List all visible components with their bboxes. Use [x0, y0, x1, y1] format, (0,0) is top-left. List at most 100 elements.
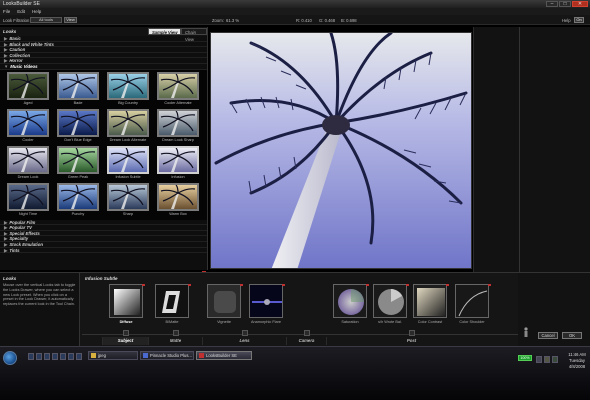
- tool-saturation[interactable]: Saturation: [330, 284, 370, 328]
- tray-icon[interactable]: [552, 356, 558, 363]
- quicklaunch-icon[interactable]: [68, 353, 74, 360]
- tray-icon[interactable]: [544, 356, 550, 363]
- look-thumbnail[interactable]: Dream Look Alternate: [106, 108, 150, 145]
- look-filtration-select[interactable]: All tools: [30, 17, 62, 23]
- menu-edit[interactable]: Edit: [17, 9, 25, 14]
- looks-heading: Looks: [3, 29, 17, 34]
- tray-icon[interactable]: [536, 356, 542, 363]
- tool-color-contrast[interactable]: Color Contrast: [410, 284, 450, 328]
- red-value: R: 0.410: [296, 18, 312, 23]
- tab-post[interactable]: Post: [326, 330, 496, 345]
- tab-camera[interactable]: Camera: [286, 330, 326, 345]
- ok-button[interactable]: OK: [562, 332, 582, 339]
- look-thumbnail[interactable]: Cooler: [6, 108, 50, 145]
- look-preview-image: [157, 182, 199, 211]
- tool-enabled-indicator: [282, 284, 285, 286]
- tool-enabled-indicator: [488, 284, 491, 286]
- look-thumbnail-label: Dream Look: [17, 174, 39, 179]
- minimize-button[interactable]: –: [546, 1, 558, 7]
- tab-chain-view[interactable]: Chain View: [181, 28, 207, 42]
- look-thumbnail[interactable]: Punchy: [56, 182, 100, 219]
- category-tints[interactable]: ▶ Tints: [0, 248, 207, 254]
- look-thumbnail-label: Infusion Subtle: [115, 174, 141, 179]
- tab-lens[interactable]: Lens: [202, 330, 286, 345]
- taskbar-app-pinnacle[interactable]: Pinnacle Studio Plus...: [140, 351, 194, 360]
- battery-indicator[interactable]: 100%: [518, 355, 532, 361]
- zoom-label: Zoom:: [212, 18, 224, 23]
- look-thumbnail-label: Warm Box: [169, 211, 187, 216]
- category-label: Caution: [9, 47, 26, 53]
- start-orb-icon[interactable]: [3, 351, 17, 365]
- category-label: Collection: [9, 52, 31, 58]
- tool-label: Vignette: [217, 320, 231, 324]
- image-preview[interactable]: [210, 32, 472, 269]
- tab-label: Camera: [298, 338, 315, 343]
- quicklaunch-icon[interactable]: [52, 353, 58, 360]
- tool-chain: Infusion Subtle Diffuse B/Matte Vignette: [82, 273, 518, 347]
- category-label: Specialty: [9, 236, 29, 242]
- look-preview-image: [157, 71, 199, 100]
- help-toggle-button[interactable]: On: [574, 17, 584, 23]
- look-preview-image: [157, 108, 199, 137]
- look-thumbnail-label: Bade: [73, 100, 83, 105]
- look-thumbnail[interactable]: Bade: [56, 71, 100, 108]
- tab-matte[interactable]: Matte: [148, 330, 202, 345]
- menu-help[interactable]: Help: [32, 9, 41, 14]
- look-thumbnail[interactable]: Night Time: [6, 182, 50, 219]
- system-tray: 100% 11:46 AM Tuesday 4/8/2008: [516, 352, 590, 392]
- show-desktop-icon[interactable]: [28, 353, 34, 360]
- close-button[interactable]: ✕: [572, 1, 588, 7]
- look-preview-image: [57, 108, 99, 137]
- system-clock[interactable]: 11:46 AM Tuesday 4/8/2008: [564, 352, 590, 370]
- look-thumbnail[interactable]: Green Peak: [56, 145, 100, 182]
- color-wheel-icon: [334, 285, 366, 317]
- palm-tree-preview-image: [211, 33, 471, 268]
- tool-diffuse[interactable]: Diffuse: [106, 284, 146, 328]
- green-value: G: 0.468: [319, 18, 336, 23]
- current-look-name: Infusion Subtle: [85, 276, 118, 281]
- quicklaunch-icon[interactable]: [60, 353, 66, 360]
- tool-anamorphic-flare[interactable]: Anamorphic Flare: [246, 284, 286, 328]
- maximize-button[interactable]: □: [559, 1, 571, 7]
- tab-sample-view[interactable]: Sample View: [148, 28, 182, 35]
- tool-vignette[interactable]: Vignette: [204, 284, 244, 328]
- dialog-actions: Cancel OK: [518, 273, 590, 347]
- diffuse-icon: [114, 289, 140, 315]
- look-thumbnail[interactable]: Dream Look Sharp: [156, 108, 200, 145]
- view-button[interactable]: View: [64, 17, 77, 23]
- quicklaunch-icon[interactable]: [76, 353, 82, 360]
- look-thumbnail[interactable]: Warm Box: [156, 182, 200, 219]
- look-thumbnail[interactable]: Big Country: [106, 71, 150, 108]
- look-thumbnail-label: Cooler Alternate: [164, 100, 192, 105]
- look-thumbnail-label: Aged: [23, 100, 33, 105]
- windows-taskbar: jpeg Pinnacle Studio Plus... LooksBuilde…: [0, 346, 590, 400]
- category-label: Special Effects: [9, 230, 40, 236]
- look-thumbnail[interactable]: Infusion Subtle: [106, 145, 150, 182]
- quicklaunch-icon[interactable]: [36, 353, 42, 360]
- look-thumbnail[interactable]: Sharp: [106, 182, 150, 219]
- tool-enabled-indicator: [406, 284, 409, 286]
- menu-file[interactable]: File: [3, 9, 10, 14]
- tool-enabled-indicator: [446, 284, 449, 286]
- expand-arrow-icon: ▶: [4, 230, 8, 236]
- look-preview-image: [107, 182, 149, 211]
- tab-subject[interactable]: Subject: [102, 330, 148, 345]
- look-thumbnail[interactable]: Cooler Alternate: [156, 71, 200, 108]
- help-label: Help: [562, 18, 571, 23]
- cancel-button[interactable]: Cancel: [538, 332, 558, 339]
- tool-thumbnail: [155, 284, 189, 318]
- tool-color-shoulder[interactable]: Color Shoulder: [452, 284, 492, 328]
- tool-white-balance[interactable]: s/h Wrote Bal.: [370, 284, 410, 328]
- taskbar-app-jpeg[interactable]: jpeg: [88, 351, 138, 360]
- quicklaunch-icon[interactable]: [44, 353, 50, 360]
- tool-thumbnail: [109, 284, 143, 318]
- look-thumbnail[interactable]: Dream Look: [6, 145, 50, 182]
- look-thumbnail[interactable]: Aged: [6, 71, 50, 108]
- tool-label: Color Shoulder: [459, 320, 485, 324]
- tool-label: s/h Wrote Bal.: [378, 320, 402, 324]
- look-thumbnail[interactable]: Don't Blue Edge: [56, 108, 100, 145]
- look-thumbnail[interactable]: Infusion: [156, 145, 200, 182]
- menu-bar: File Edit Help: [0, 8, 590, 15]
- tool-bmatte[interactable]: B/Matte: [152, 284, 192, 328]
- taskbar-app-looksbuilder[interactable]: LooksBuilder SE: [196, 351, 252, 360]
